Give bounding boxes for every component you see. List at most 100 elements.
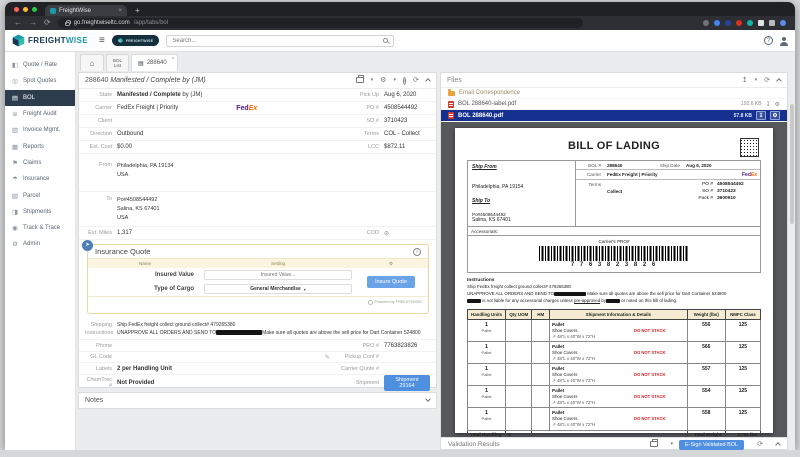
tab-home[interactable]: ⌂	[80, 54, 104, 71]
pdf-item-row: 1 Pallet Pallet Shoe Covers ↗ 48"L x 40"W x…	[466, 407, 762, 431]
refresh-icon[interactable]: ⟳	[413, 77, 419, 84]
close-window-button[interactable]	[14, 6, 19, 12]
print-menu-caret-icon[interactable]: ▾	[371, 78, 374, 83]
sidebar-item-freight-audit[interactable]: ⊜ Freight Audit	[5, 106, 75, 122]
sidebar-label: Reports	[23, 143, 45, 150]
print-icon[interactable]	[355, 74, 364, 83]
sidebar-item-track-trace[interactable]: ◉ Track & Trace	[5, 220, 75, 236]
extension-icon[interactable]	[736, 20, 742, 26]
url-path: /app/tabs/bol	[133, 20, 169, 26]
sidebar-label: Admin	[23, 241, 41, 248]
browser-panel-icon[interactable]	[758, 20, 764, 26]
search-icon[interactable]	[383, 38, 389, 43]
pdf-instructions-title: Instructions	[467, 278, 495, 283]
help-icon[interactable]: ?	[764, 36, 773, 45]
sidebar-item-quote-rate[interactable]: ◧ Quote / Rate	[5, 57, 75, 73]
user-icon[interactable]	[780, 36, 788, 46]
search-input[interactable]	[172, 37, 384, 44]
file-row-bol-pdf-selected[interactable]: BOL 288640.pdf 57.8 KB ↧ ⚙	[441, 110, 787, 122]
browser-panel-icon[interactable]	[769, 20, 775, 26]
pdf-pro-section: Carrier's PRO# 7 7 6 3 8 2 3 8 2 6	[467, 236, 761, 273]
pdf-carrier: FedEx Freight | Priority	[607, 171, 658, 177]
extension-icon[interactable]	[703, 20, 709, 26]
collapse-icon[interactable]	[775, 442, 781, 448]
info-icon[interactable]: i	[413, 247, 421, 256]
tab-288640[interactable]: ▤ 288640 ×	[131, 54, 178, 71]
window-controls[interactable]	[5, 2, 45, 16]
insure-quote-button[interactable]: Insure Quote	[367, 276, 415, 288]
back-icon[interactable]: ←	[14, 19, 22, 27]
sidebar-item-invoice-mgmt[interactable]: ▥ Invoice Mgmt.	[5, 122, 75, 138]
reload-icon[interactable]: ⟳	[44, 19, 51, 27]
url-host: go.freightwiseltc.com	[73, 20, 130, 26]
extension-icon[interactable]	[725, 20, 731, 26]
sidebar-item-admin[interactable]: ⚙ Admin	[5, 236, 75, 252]
sidebar-item-shipments[interactable]: ◨ Shipments	[5, 204, 75, 220]
sidebar-item-spot-quotes[interactable]: ◎ Spot Quotes	[5, 73, 75, 89]
notes-header[interactable]: Notes	[79, 393, 436, 408]
col-name: Name	[138, 261, 151, 266]
collapse-icon[interactable]	[776, 77, 782, 84]
shipment-button[interactable]: Shipment 29164	[384, 375, 430, 391]
download-icon[interactable]: ↧	[766, 101, 771, 108]
scrollbar[interactable]	[790, 104, 794, 224]
pdf-field-label: BOL #	[588, 162, 601, 168]
download-icon[interactable]: ↧	[756, 111, 766, 120]
maximize-window-button[interactable]	[32, 6, 37, 12]
tab-bol-list[interactable]: BOL List	[106, 54, 130, 71]
close-tab-icon[interactable]: ×	[172, 56, 175, 62]
expand-icon[interactable]	[425, 395, 431, 402]
refresh-icon[interactable]: ⟳	[757, 441, 763, 448]
sidebar-item-reports[interactable]: ▦ Reports	[5, 138, 75, 154]
global-search[interactable]	[166, 34, 395, 47]
extension-icon[interactable]	[714, 20, 720, 26]
freight-audit-icon: ⊜	[12, 111, 18, 119]
new-tab-button[interactable]: +	[135, 5, 140, 16]
freightwise-logo[interactable]: FREIGHTWISE	[12, 34, 88, 47]
upload-icon[interactable]: ↥	[742, 77, 748, 84]
collapse-icon[interactable]	[425, 78, 431, 84]
edit-icon[interactable]: ✎	[325, 354, 330, 361]
app-header: FREIGHTWISE ≡ FREIGHTWISE ?	[5, 30, 795, 52]
file-row-email-correspondence[interactable]: Email Correspondence	[441, 88, 787, 99]
insured-value-input[interactable]	[204, 270, 352, 280]
sidebar-item-bol[interactable]: ▤ BOL	[5, 89, 75, 106]
org-pill-button[interactable]: FREIGHTWISE	[111, 35, 160, 46]
pdf-preview-area[interactable]: BILL OF LADING Ship From Philadelphia, P…	[441, 122, 787, 437]
sidebar-item-insurance[interactable]: ☂ Insurance	[5, 171, 75, 187]
pdf-so: 3710423	[717, 189, 736, 195]
address-bar[interactable]: go.freightwiseltc.com/app/tabs/bol	[57, 18, 583, 28]
minimize-window-button[interactable]	[23, 6, 28, 12]
sidebar-label: Quote / Rate	[23, 62, 58, 69]
extension-icon[interactable]	[747, 20, 753, 26]
refresh-icon[interactable]: ⟳	[764, 77, 770, 84]
profile-avatar[interactable]	[780, 20, 786, 26]
cargo-type-select[interactable]: General Merchandise ▾	[204, 284, 352, 294]
gear-icon[interactable]: ⚙	[775, 101, 780, 108]
favicon	[50, 7, 56, 14]
shipping-line1: Ship FedEx freight collect ground collec…	[117, 322, 236, 328]
gear-icon[interactable]: ⚙	[770, 111, 780, 120]
labels-value: 2 per Handling Unit	[117, 365, 173, 372]
files-menu-caret-icon[interactable]: ▾	[755, 77, 758, 83]
info-icon[interactable]: i	[402, 76, 407, 85]
field-label: ChemTrec #	[86, 377, 112, 389]
gear-menu-caret-icon[interactable]: ▾	[393, 78, 396, 83]
browser-window: FreightWise × + ← → ⟳ go.freightwiseltc.…	[5, 2, 795, 450]
close-tab-icon[interactable]: ×	[118, 8, 122, 14]
sidebar-item-claims[interactable]: ⚑ Claims	[5, 155, 75, 171]
hamburger-menu-icon[interactable]: ≡	[99, 35, 105, 46]
browser-tab[interactable]: FreightWise ×	[45, 5, 127, 16]
pdf-header-grid: Ship From Philadelphia, PA 19154 Ship To…	[467, 160, 761, 227]
insurance-badge-icon[interactable]: ➤	[82, 240, 93, 251]
print-icon[interactable]	[649, 438, 658, 449]
forward-icon[interactable]: →	[29, 19, 37, 27]
esign-validated-bol-button[interactable]: E-Sign Validated BOL	[679, 439, 745, 450]
field-label: PO #	[366, 105, 379, 111]
gear-icon[interactable]: ⚙	[380, 77, 386, 84]
sidebar-item-parcel[interactable]: ▧ Parcel	[5, 187, 75, 203]
quote-rate-icon: ◧	[11, 62, 19, 70]
caret-icon[interactable]: ▾	[671, 442, 674, 447]
pdf-field-label: Terms	[588, 181, 601, 187]
file-row-bol-label-pdf[interactable]: BOL 288640-label.pdf 192.6 KB ↧ ⚙	[441, 99, 787, 110]
